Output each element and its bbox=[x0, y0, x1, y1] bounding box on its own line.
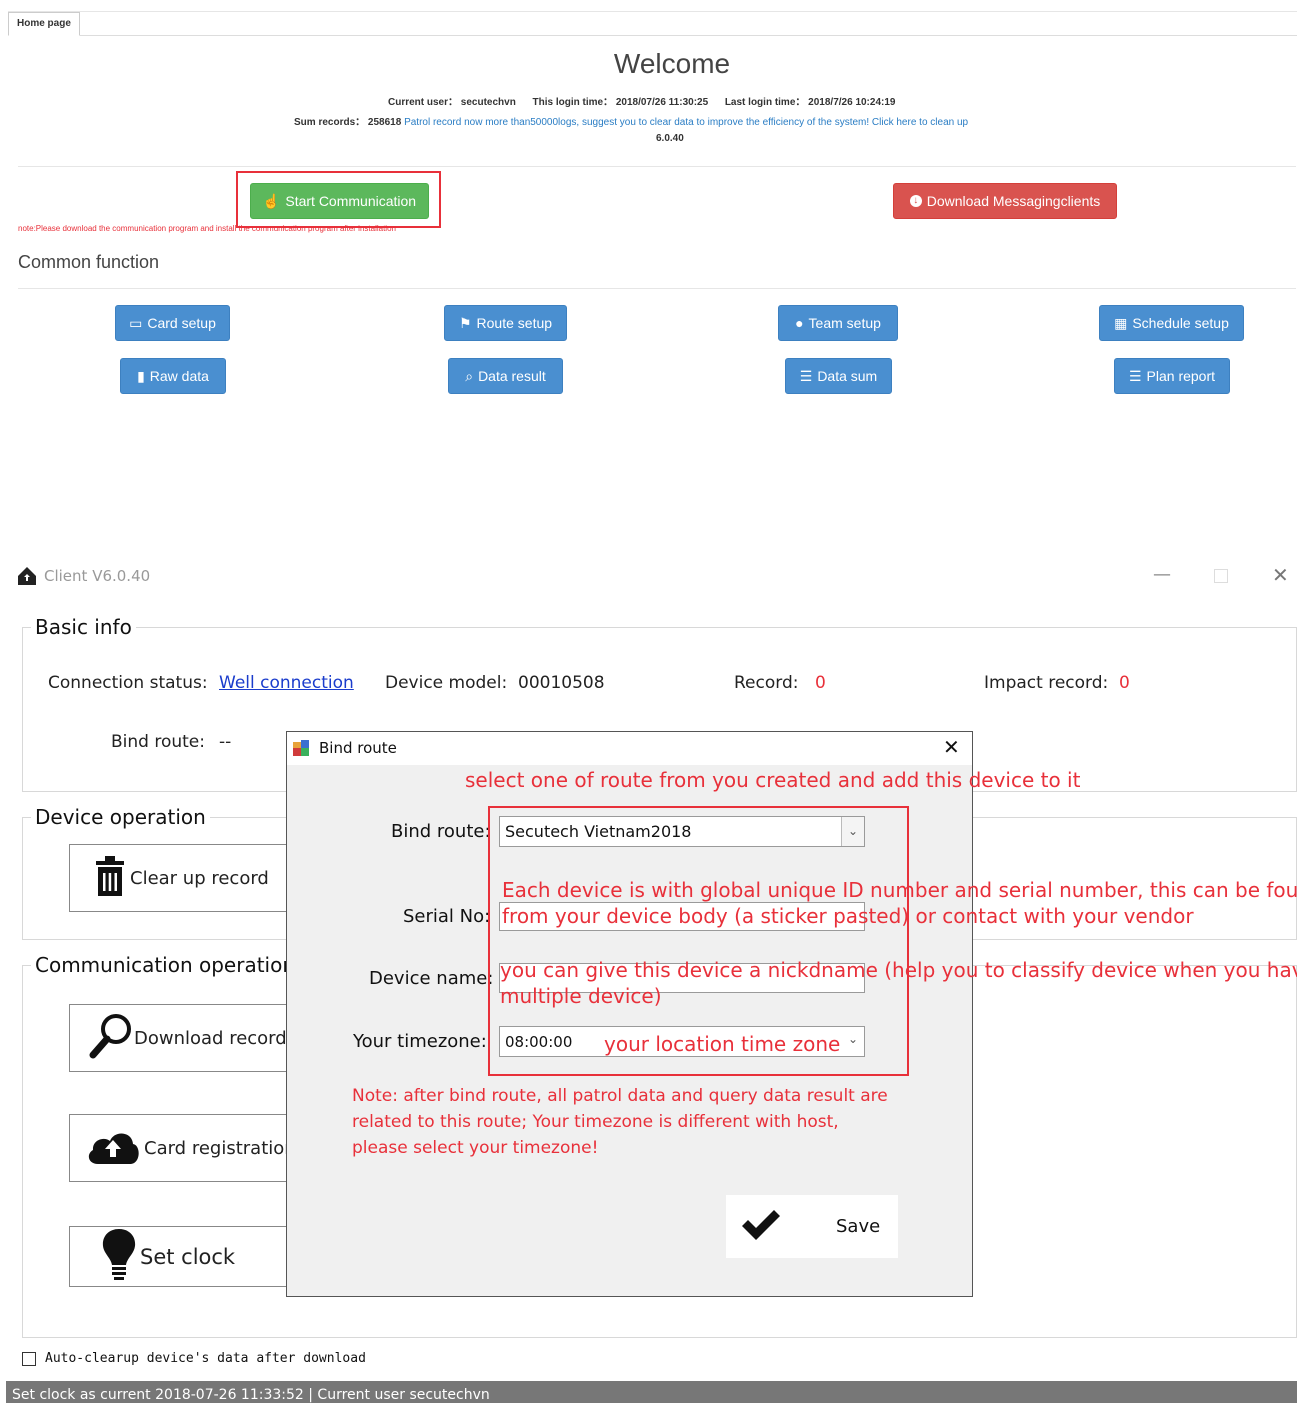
cloud-upload-icon bbox=[84, 1126, 142, 1171]
download-record-button[interactable]: Download record bbox=[69, 1004, 299, 1072]
dialog-titlebar: Bind route ✕ bbox=[287, 732, 972, 765]
basic-info-title: Basic info bbox=[31, 615, 136, 639]
current-user: secutechvn bbox=[460, 97, 516, 108]
maximize-icon[interactable] bbox=[1214, 569, 1228, 583]
tab-home-page[interactable]: Home page bbox=[8, 12, 80, 36]
annotation-top: select one of route from you created and… bbox=[465, 768, 1081, 792]
impact-record-value: 0 bbox=[1119, 673, 1130, 693]
cleanup-link[interactable]: Patrol record now more than50000logs, su… bbox=[404, 117, 968, 128]
annotation-serial-1: Each device is with global unique ID num… bbox=[502, 878, 1297, 902]
annotation-name-1: you can give this device a nickdname (he… bbox=[500, 958, 1297, 982]
record-label: Record: bbox=[734, 673, 799, 693]
last-login-time: 2018/7/26 10:24:19 bbox=[808, 97, 896, 108]
last-login-label: Last login time： bbox=[724, 97, 806, 108]
record-value: 0 bbox=[815, 673, 826, 693]
communication-operation-title: Communication operation bbox=[31, 953, 300, 977]
impact-record-label: Impact record: bbox=[984, 673, 1109, 693]
sum-records-line: Sum records： 258618 Patrol record now mo… bbox=[294, 113, 968, 128]
card-icon: ▭ bbox=[129, 314, 143, 331]
highlight-box bbox=[236, 171, 441, 228]
download-clients-button[interactable]: ↓ Download Messagingclients bbox=[893, 183, 1117, 219]
trash-icon bbox=[92, 855, 128, 902]
auto-clear-checkbox[interactable] bbox=[22, 1352, 36, 1366]
divider bbox=[18, 166, 1296, 167]
team-setup-button[interactable]: ● Team setup bbox=[778, 305, 898, 341]
card-registration-button[interactable]: Card registration bbox=[69, 1114, 299, 1182]
book-icon: ▮ bbox=[137, 367, 145, 384]
bind-note: Note: after bind route, all patrol data … bbox=[352, 1086, 888, 1158]
common-function-title: Common function bbox=[18, 252, 160, 272]
dialog-close-icon[interactable]: ✕ bbox=[943, 735, 960, 759]
app-logo-icon bbox=[17, 566, 37, 586]
page-title: Welcome bbox=[613, 48, 731, 79]
this-login-label: This login time： bbox=[532, 97, 614, 108]
data-result-button[interactable]: ⌕ Data result bbox=[448, 358, 563, 394]
divider bbox=[18, 288, 1296, 289]
checkmark-icon bbox=[740, 1208, 782, 1246]
set-clock-button[interactable]: Set clock bbox=[69, 1226, 299, 1287]
magnifier-icon bbox=[88, 1012, 134, 1065]
close-icon[interactable]: ✕ bbox=[1272, 563, 1289, 587]
flag-icon: ⚑ bbox=[458, 314, 472, 331]
device-name-label: Device name: bbox=[369, 968, 494, 989]
device-model-label: Device model: bbox=[385, 673, 508, 693]
status-bar: Set clock as current 2018-07-26 11:33:52… bbox=[6, 1381, 1297, 1403]
window-title: Client V6.0.40 bbox=[44, 567, 151, 585]
serial-no-label: Serial No: bbox=[403, 906, 491, 927]
timezone-label: Your timezone: bbox=[353, 1031, 487, 1052]
bind-route-label: Bind route: bbox=[111, 732, 205, 752]
window-icon bbox=[293, 740, 309, 756]
minimize-icon[interactable]: — bbox=[1153, 564, 1171, 585]
calendar-icon: ▦ bbox=[1114, 314, 1128, 331]
search-icon: ⌕ bbox=[465, 367, 474, 384]
report-icon: ☰ bbox=[1128, 367, 1142, 384]
tab-bar bbox=[8, 11, 1297, 36]
highlight-box bbox=[488, 806, 909, 1076]
bind-route-value: -- bbox=[219, 732, 232, 752]
schedule-setup-button[interactable]: ▦ Schedule setup bbox=[1099, 305, 1244, 341]
version: 6.0.40 bbox=[656, 133, 684, 144]
install-note: note:Please download the communication p… bbox=[18, 224, 396, 233]
save-button[interactable]: Save bbox=[726, 1195, 898, 1258]
raw-data-button[interactable]: ▮ Raw data bbox=[120, 358, 226, 394]
auto-clear-label: Auto-clearup device's data after downloa… bbox=[45, 1351, 366, 1366]
list-icon: ☰ bbox=[799, 367, 813, 384]
card-setup-button[interactable]: ▭ Card setup bbox=[115, 305, 230, 341]
clear-record-button[interactable]: Clear up record bbox=[69, 844, 299, 912]
data-sum-button[interactable]: ☰ Data sum bbox=[785, 358, 892, 394]
plan-report-button[interactable]: ☰ Plan report bbox=[1114, 358, 1230, 394]
sum-records-value: 258618 bbox=[367, 117, 402, 128]
current-user-label: Current user： bbox=[388, 97, 459, 108]
sum-records-label: Sum records： bbox=[294, 117, 366, 128]
connection-status-link[interactable]: Well connection bbox=[219, 673, 354, 693]
user-icon: ● bbox=[795, 315, 804, 331]
login-info: Current user： secutechvn This login time… bbox=[388, 93, 895, 108]
dialog-title: Bind route bbox=[319, 739, 397, 757]
this-login-time: 2018/07/26 11:30:25 bbox=[615, 97, 709, 108]
connection-status-label: Connection status: bbox=[48, 673, 208, 693]
device-model-value: 00010508 bbox=[518, 673, 605, 693]
annotation-name-2: multiple device) bbox=[500, 984, 662, 1008]
route-setup-button[interactable]: ⚑ Route setup bbox=[444, 305, 567, 341]
annotation-serial-2: from your device body (a sticker pasted)… bbox=[502, 904, 1194, 928]
bind-route-label: Bind route: bbox=[391, 821, 491, 842]
device-operation-title: Device operation bbox=[31, 805, 210, 829]
download-circle-icon: ↓ bbox=[909, 195, 922, 207]
lightbulb-icon bbox=[100, 1227, 138, 1286]
